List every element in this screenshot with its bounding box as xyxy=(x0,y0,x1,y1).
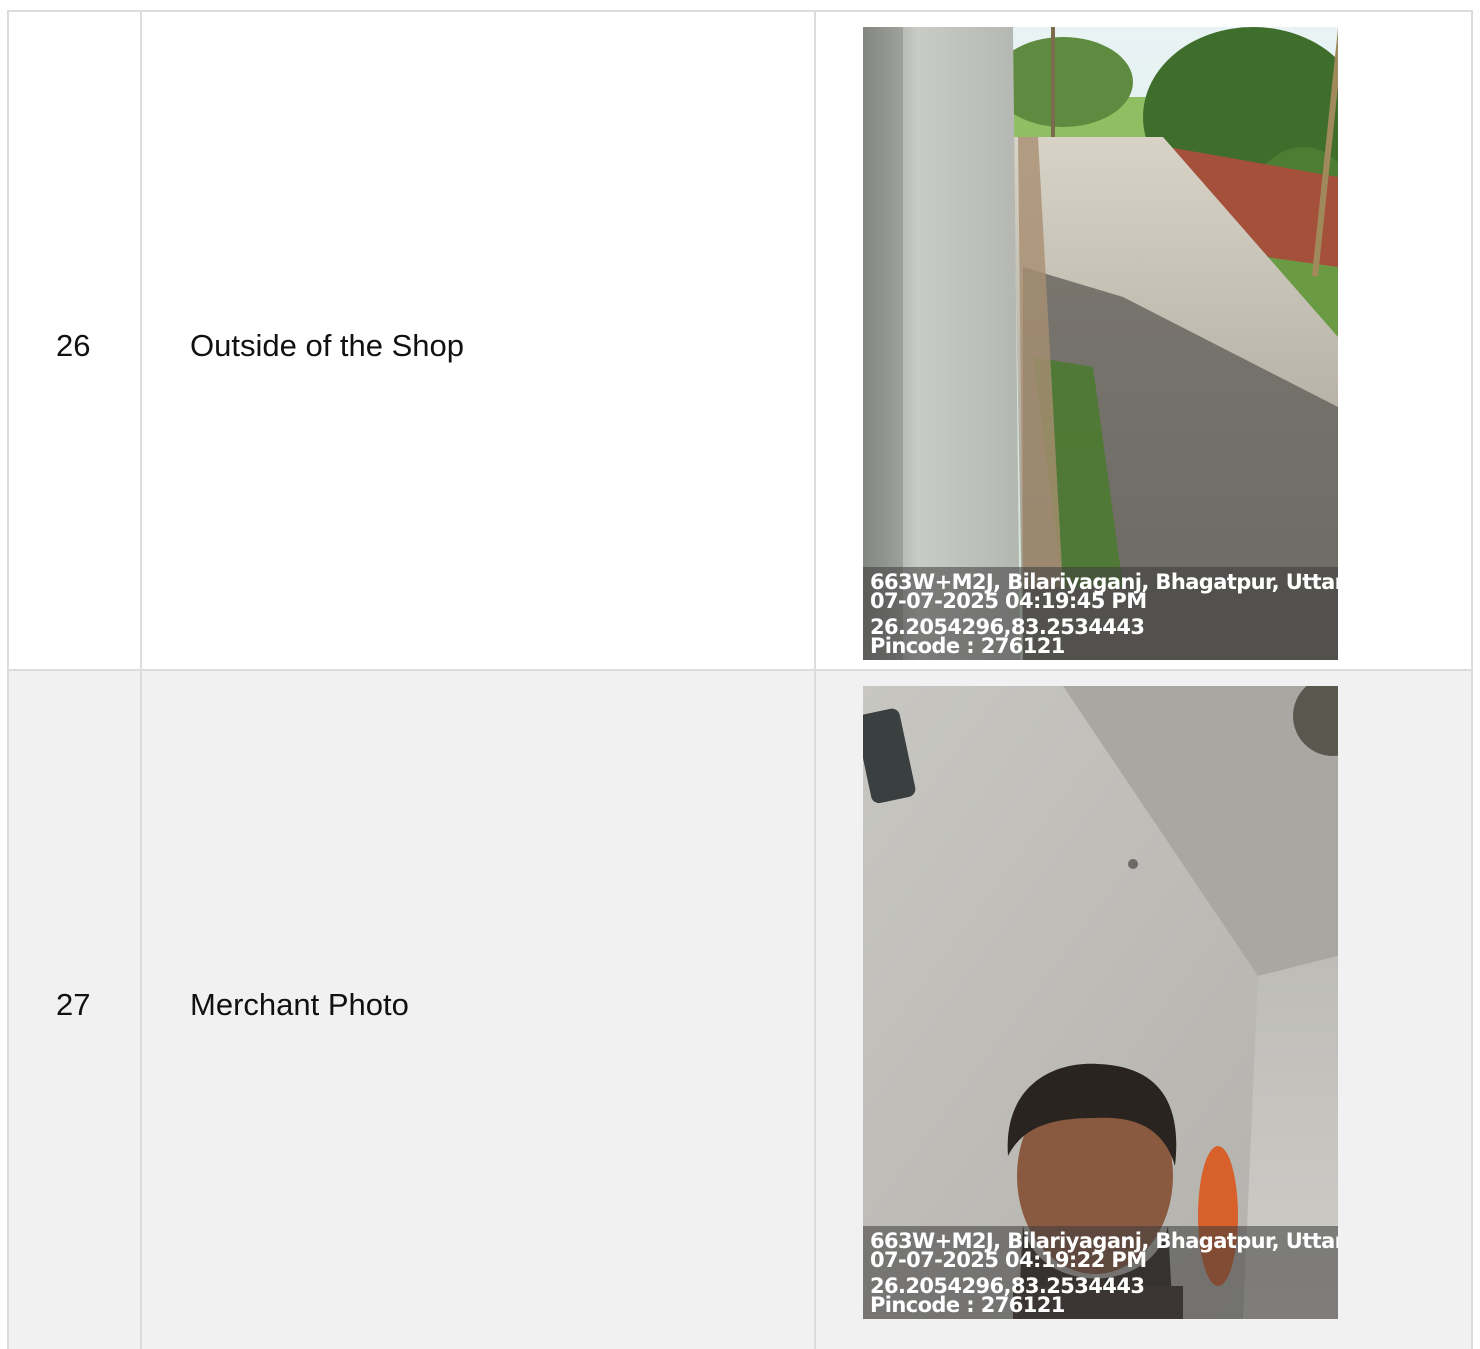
street-scene-image xyxy=(863,27,1338,660)
merchant-photo[interactable]: 663W+M2J, Bilariyaganj, Bhagatpur, Uttar… xyxy=(863,686,1338,1319)
row-number-cell: 27 xyxy=(9,671,142,1349)
row-photo-cell: 663W+M2J, Bilariyaganj, Bhagatpur, Uttar… xyxy=(816,12,1471,669)
row-description: Outside of the Shop xyxy=(190,328,465,363)
geotag-stamp: 663W+M2J, Bilariyaganj, Bhagatpur, Uttar… xyxy=(863,1226,1338,1319)
stamp-pincode: Pincode : 276121 xyxy=(870,634,1065,658)
merchant-selfie-image xyxy=(863,686,1338,1319)
row-photo-cell: 663W+M2J, Bilariyaganj, Bhagatpur, Uttar… xyxy=(816,671,1471,1349)
row-number: 26 xyxy=(56,328,91,363)
row-description-cell: Merchant Photo xyxy=(142,671,816,1349)
table-row: 26 Outside of the Shop 663W+M2J, Bilariy… xyxy=(7,10,1473,671)
row-number: 27 xyxy=(56,987,91,1022)
shop-exterior-photo[interactable]: 663W+M2J, Bilariyaganj, Bhagatpur, Uttar… xyxy=(863,27,1338,660)
row-description-cell: Outside of the Shop xyxy=(142,12,816,669)
stamp-datetime: 07-07-2025 04:19:22 PM xyxy=(870,1248,1147,1272)
stamp-datetime: 07-07-2025 04:19:45 PM xyxy=(870,589,1147,613)
geotag-stamp: 663W+M2J, Bilariyaganj, Bhagatpur, Uttar… xyxy=(863,567,1338,660)
row-number-cell: 26 xyxy=(9,12,142,669)
table-row: 27 Merchant Photo 663W+M2J, Bilariyaganj… xyxy=(7,669,1473,1349)
stamp-pincode: Pincode : 276121 xyxy=(870,1293,1065,1317)
row-description: Merchant Photo xyxy=(190,987,409,1022)
